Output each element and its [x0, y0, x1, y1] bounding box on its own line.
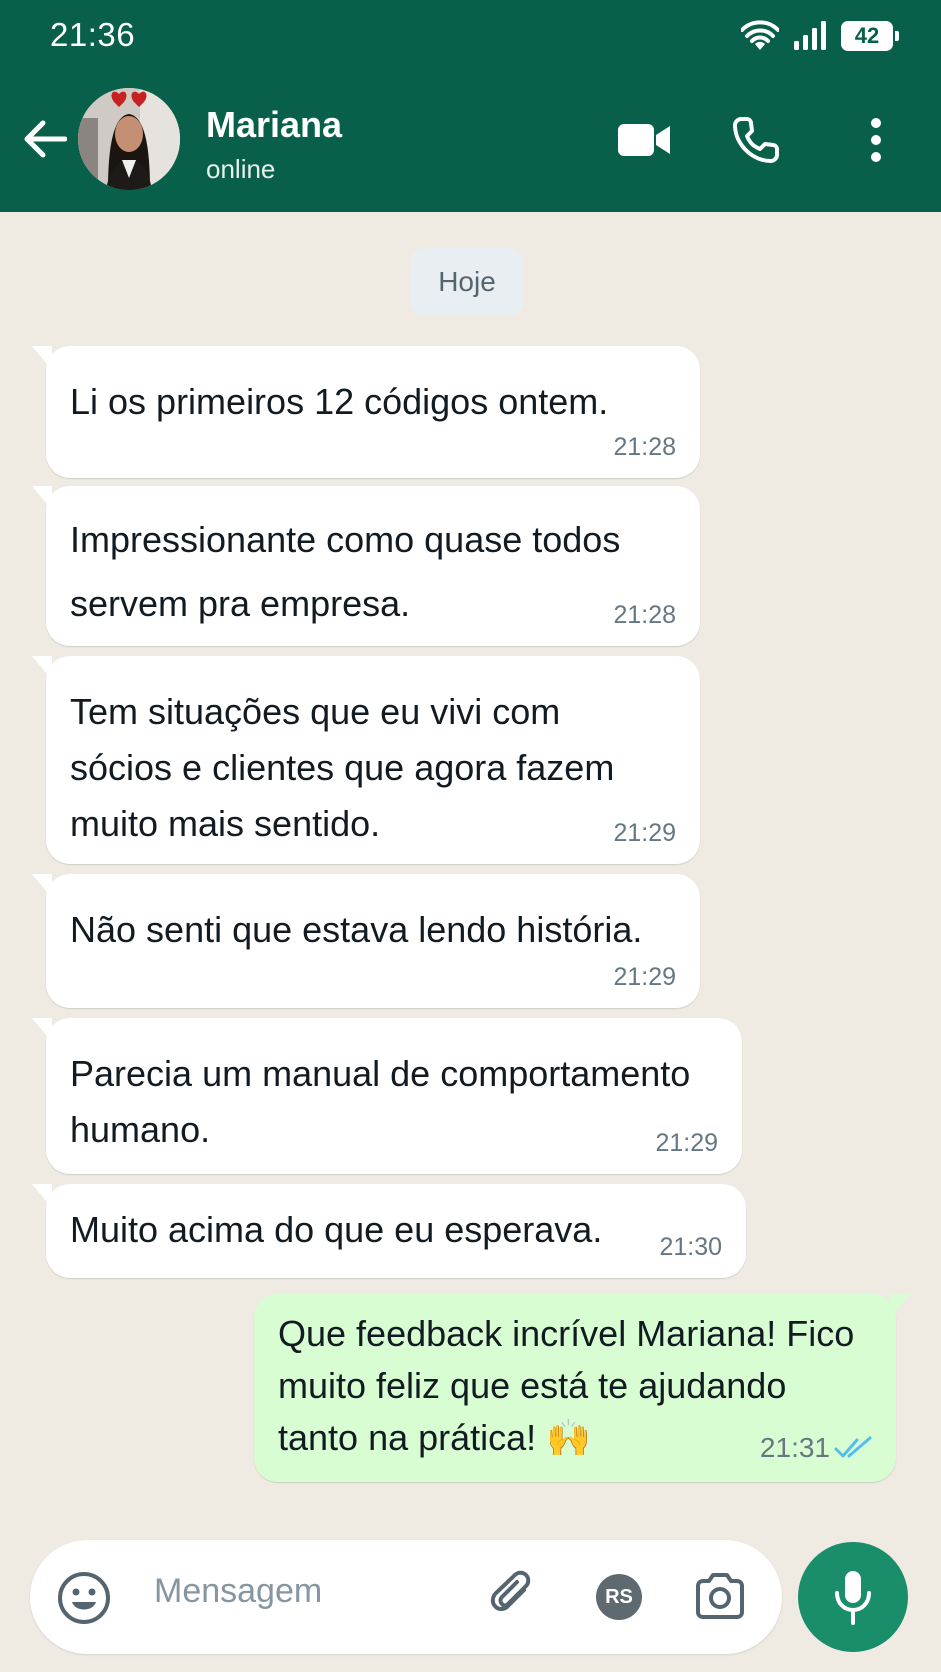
message-composer[interactable]: Mensagem RS — [30, 1540, 782, 1654]
message-time: 21:29 — [613, 819, 676, 847]
arrow-back-icon — [24, 120, 67, 158]
status-icons: 42 — [741, 18, 899, 54]
message-time: 21:30 — [659, 1233, 722, 1261]
message-bubble[interactable]: Tem situações que eu vivi com sócios e c… — [32, 656, 700, 864]
message-bubble-sent[interactable]: Que feedback incrível Mariana! Fico muit… — [254, 1294, 910, 1482]
payment-icon[interactable]: RS — [596, 1574, 642, 1620]
back-button[interactable] — [20, 114, 70, 164]
battery-indicator: 42 — [841, 21, 899, 51]
message-text: Tem situações que eu vivi com sócios e c… — [70, 691, 615, 844]
message-text: Impressionante como quase todos servem p… — [70, 519, 621, 624]
message-text: Li os primeiros 12 códigos ontem. — [70, 381, 609, 422]
signal-icon — [794, 21, 826, 50]
video-camera-icon — [618, 124, 670, 156]
battery-level: 42 — [854, 23, 880, 48]
message-input[interactable]: Mensagem — [154, 1572, 322, 1611]
message-bubble[interactable]: Muito acima do que eu esperava. 21:30 — [32, 1184, 746, 1278]
message-time: 21:29 — [613, 963, 676, 991]
message-text: Não senti que estava lendo história. — [70, 909, 643, 950]
message-bubble[interactable]: Li os primeiros 12 códigos ontem. 21:28 — [32, 346, 700, 478]
contact-avatar[interactable] — [78, 88, 180, 190]
more-options-button[interactable] — [846, 110, 906, 170]
video-call-button[interactable] — [614, 110, 674, 170]
contact-status: online — [206, 154, 276, 184]
chat-header: 21:36 42 Mariana online — [0, 0, 941, 212]
camera-icon[interactable] — [692, 1568, 748, 1624]
double-check-read-icon — [834, 1436, 872, 1458]
message-text: Muito acima do que eu esperava. — [70, 1209, 603, 1250]
phone-icon — [733, 117, 779, 163]
date-chip: Hoje — [410, 248, 524, 316]
message-time: 21:31 — [759, 1432, 830, 1463]
attachment-icon[interactable] — [486, 1568, 542, 1624]
message-bubble[interactable]: Impressionante como quase todos servem p… — [32, 486, 700, 646]
status-bar: 21:36 42 — [0, 0, 941, 72]
voice-call-button[interactable] — [726, 110, 786, 170]
status-time: 21:36 — [50, 16, 136, 53]
voice-message-button[interactable] — [798, 1542, 908, 1652]
contact-name[interactable]: Mariana — [206, 104, 342, 146]
message-time: 21:29 — [655, 1129, 718, 1157]
message-time: 21:28 — [613, 433, 676, 461]
wifi-icon — [741, 20, 779, 50]
message-bubble[interactable]: Parecia um manual de comportamento human… — [32, 1018, 742, 1174]
app-bar: Mariana online — [0, 80, 941, 200]
chat-area[interactable]: Hoje Li os primeiros 12 códigos ontem. 2… — [0, 212, 941, 1532]
message-text: Parecia um manual de comportamento human… — [70, 1053, 691, 1150]
microphone-icon — [835, 1571, 871, 1625]
avatar-photo — [78, 88, 180, 190]
message-bubble[interactable]: Não senti que estava lendo história. 21:… — [32, 874, 700, 1008]
message-time: 21:28 — [613, 601, 676, 629]
more-vert-icon — [871, 118, 881, 162]
emoji-icon[interactable] — [56, 1570, 112, 1626]
